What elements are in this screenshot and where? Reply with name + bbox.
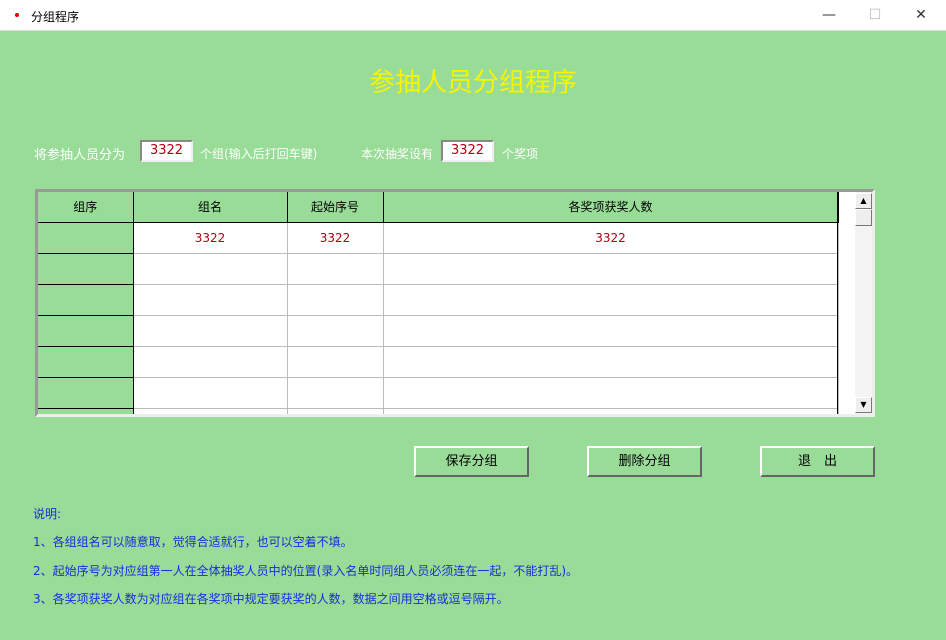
group-name-cell[interactable] xyxy=(133,253,288,285)
group-name-cell[interactable] xyxy=(133,408,288,414)
prize-counts-cell[interactable] xyxy=(383,408,839,414)
prizes-input[interactable]: 3322 xyxy=(441,140,494,162)
start-index-cell[interactable] xyxy=(287,408,384,414)
window-title: 分组程序 xyxy=(31,10,80,24)
prizes-suffix: 个奖项 xyxy=(502,147,539,161)
group-order-cell[interactable] xyxy=(38,408,134,414)
vertical-scrollbar[interactable]: ▲ ▼ xyxy=(855,192,872,414)
group-name-cell[interactable] xyxy=(133,315,288,347)
groups-input[interactable]: 3322 xyxy=(140,140,193,162)
note-item: 2、起始序号为对应组第一人在全体抽奖人员中的位置(录入名单时同组人员必须连在一起… xyxy=(33,564,579,578)
scroll-up-icon[interactable]: ▲ xyxy=(855,193,872,209)
grid-divider xyxy=(837,192,838,414)
app-icon xyxy=(12,9,22,19)
groups-label: 将参抽人员分为 xyxy=(34,148,126,163)
group-grid[interactable]: 组序 组名 起始序号 各奖项获奖人数 3322 3322 3322 ▲ ▼ xyxy=(35,189,875,417)
table-row[interactable] xyxy=(38,346,839,378)
note-item: 1、各组组名可以随意取，觉得合适就行，也可以空着不填。 xyxy=(33,535,353,549)
group-order-cell[interactable] xyxy=(38,284,134,316)
prizes-label: 本次抽奖设有 xyxy=(361,147,434,161)
prize-counts-cell[interactable]: 3322 xyxy=(383,222,839,254)
start-index-cell[interactable]: 3322 xyxy=(287,222,384,254)
scroll-thumb[interactable] xyxy=(855,209,872,226)
group-name-cell[interactable] xyxy=(133,346,288,378)
table-row[interactable] xyxy=(38,253,839,285)
table-row[interactable]: 3322 3322 3322 xyxy=(38,222,839,254)
close-button[interactable]: ✕ xyxy=(898,0,944,31)
group-order-cell[interactable] xyxy=(38,377,134,409)
group-order-cell[interactable] xyxy=(38,222,134,254)
prize-counts-cell[interactable] xyxy=(383,253,839,285)
header-prize-counts[interactable]: 各奖项获奖人数 xyxy=(383,192,839,223)
header-start-index[interactable]: 起始序号 xyxy=(287,192,384,223)
group-name-cell[interactable] xyxy=(133,284,288,316)
prize-counts-cell[interactable] xyxy=(383,315,839,347)
table-row[interactable] xyxy=(38,377,839,409)
delete-group-button[interactable]: 删除分组 xyxy=(587,446,702,477)
prize-counts-cell[interactable] xyxy=(383,346,839,378)
group-order-cell[interactable] xyxy=(38,253,134,285)
header-group-order[interactable]: 组序 xyxy=(38,192,134,223)
minimize-button[interactable]: — xyxy=(806,0,852,31)
group-name-cell[interactable] xyxy=(133,377,288,409)
start-index-cell[interactable] xyxy=(287,315,384,347)
page-title: 参抽人员分组程序 xyxy=(368,68,577,98)
note-item: 3、各奖项获奖人数为对应组在各奖项中规定要获奖的人数，数据之间用空格或逗号隔开。 xyxy=(33,592,509,606)
group-name-cell[interactable]: 3322 xyxy=(133,222,288,254)
start-index-cell[interactable] xyxy=(287,377,384,409)
notes-title: 说明: xyxy=(33,507,62,521)
save-groups-button[interactable]: 保存分组 xyxy=(414,446,529,477)
group-order-cell[interactable] xyxy=(38,315,134,347)
maximize-button[interactable]: ☐ xyxy=(852,0,898,31)
start-index-cell[interactable] xyxy=(287,253,384,285)
prize-counts-cell[interactable] xyxy=(383,377,839,409)
group-order-cell[interactable] xyxy=(38,346,134,378)
start-index-cell[interactable] xyxy=(287,346,384,378)
exit-button[interactable]: 退 出 xyxy=(760,446,875,477)
table-row[interactable] xyxy=(38,284,839,316)
scroll-down-icon[interactable]: ▼ xyxy=(855,397,872,413)
prize-counts-cell[interactable] xyxy=(383,284,839,316)
title-bar: 分组程序 — ☐ ✕ xyxy=(0,0,946,31)
groups-suffix: 个组(输入后打回车键) xyxy=(200,147,318,161)
header-group-name[interactable]: 组名 xyxy=(133,192,288,223)
table-row[interactable] xyxy=(38,315,839,347)
start-index-cell[interactable] xyxy=(287,284,384,316)
table-row[interactable] xyxy=(38,408,839,414)
